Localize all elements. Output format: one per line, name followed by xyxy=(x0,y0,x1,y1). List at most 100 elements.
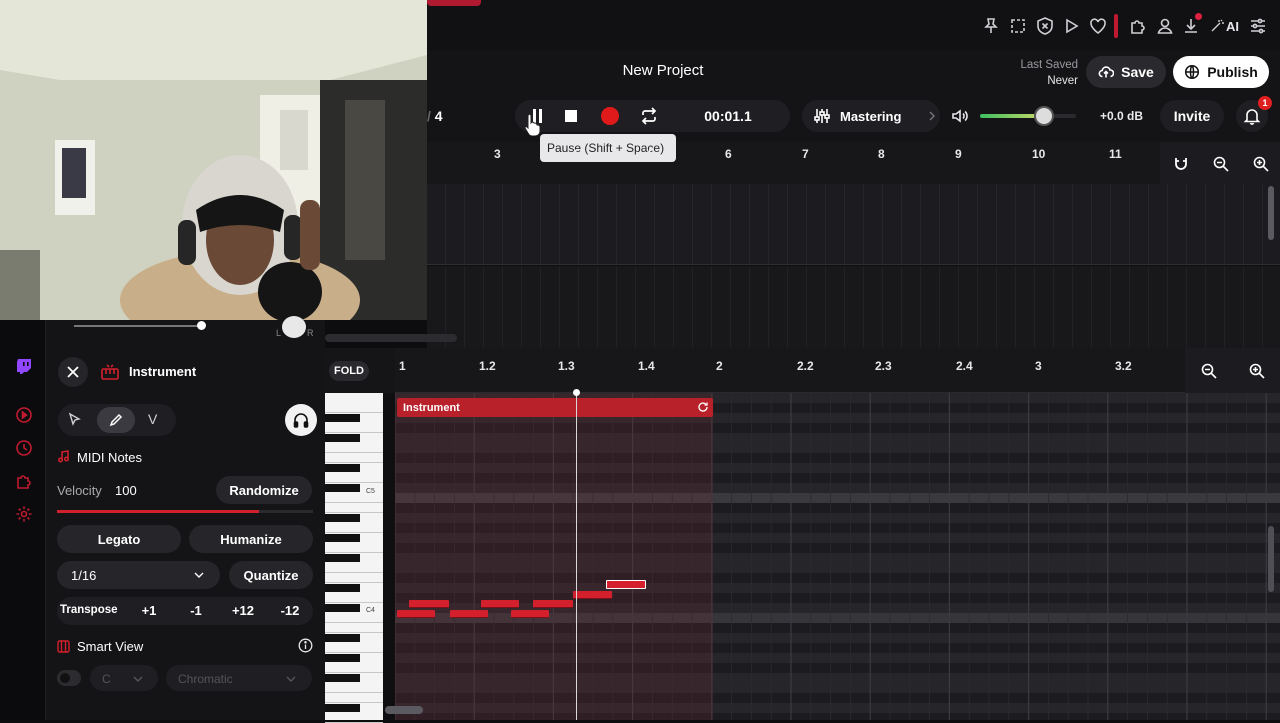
publish-button[interactable]: Publish xyxy=(1173,56,1269,88)
plugin-puzzle-icon[interactable] xyxy=(15,472,33,490)
randomize-button[interactable]: Randomize xyxy=(216,476,312,504)
zoom-in-icon[interactable] xyxy=(1252,155,1270,173)
piano-black-key[interactable] xyxy=(325,434,360,442)
arrangement-ruler[interactable] xyxy=(427,142,1160,184)
user-icon[interactable] xyxy=(1155,16,1175,36)
active-tab-indicator xyxy=(427,0,481,6)
piano-roll-ruler[interactable] xyxy=(395,348,1185,393)
settings-gear-icon[interactable] xyxy=(15,505,33,523)
heart-icon[interactable] xyxy=(1088,16,1108,36)
magnet-snap-icon[interactable] xyxy=(1172,155,1190,173)
pencil-tool-icon[interactable] xyxy=(108,412,124,428)
pan-slider-knob[interactable] xyxy=(197,321,206,330)
transpose-down-12-button[interactable]: -12 xyxy=(270,603,310,618)
crop-icon[interactable] xyxy=(1008,16,1028,36)
pan-knob[interactable] xyxy=(282,316,306,338)
piano-black-key[interactable] xyxy=(325,674,360,682)
arrangement-vertical-scrollbar[interactable] xyxy=(1268,186,1274,240)
piano-white-key-divider xyxy=(325,502,383,503)
key-select[interactable]: C xyxy=(90,665,158,691)
invite-button[interactable]: Invite xyxy=(1160,100,1224,132)
piano-black-key[interactable] xyxy=(325,514,360,522)
piano-white-key-divider xyxy=(325,482,383,483)
piano-black-key[interactable] xyxy=(325,464,360,472)
smart-view-toggle-knob xyxy=(60,673,70,683)
wand-icon xyxy=(1211,19,1224,32)
save-label: Save xyxy=(1121,64,1154,80)
legato-button[interactable]: Legato xyxy=(57,525,181,553)
play-circle-icon[interactable] xyxy=(15,406,33,424)
transpose-up-1-button[interactable]: +1 xyxy=(129,603,169,618)
preview-headphones-button[interactable] xyxy=(285,404,317,436)
select-tool-icon[interactable] xyxy=(67,412,83,428)
midi-region-body[interactable] xyxy=(395,393,713,720)
piano-black-key[interactable] xyxy=(325,414,360,422)
key-label-c4: C4 xyxy=(366,607,375,614)
arrangement-horizontal-scrollbar[interactable] xyxy=(325,334,457,342)
pan-slider[interactable] xyxy=(74,325,204,327)
close-icon xyxy=(67,366,79,378)
record-button[interactable] xyxy=(599,105,621,127)
stop-button[interactable] xyxy=(561,106,581,126)
save-button[interactable]: Save xyxy=(1086,56,1166,88)
midi-note[interactable] xyxy=(533,600,573,608)
top-toolbar xyxy=(427,0,1280,50)
clock-icon[interactable] xyxy=(15,439,33,457)
info-icon[interactable] xyxy=(298,638,313,653)
settings-sliders-icon[interactable] xyxy=(1248,16,1268,36)
ai-button[interactable]: AI xyxy=(1210,16,1240,36)
mastering-button[interactable]: Mastering xyxy=(802,100,940,132)
zoom-out-icon[interactable] xyxy=(1212,155,1230,173)
arrangement-ruler-label: 8 xyxy=(878,147,885,161)
fold-button[interactable]: FOLD xyxy=(329,361,369,381)
midi-note[interactable] xyxy=(397,610,435,618)
piano-white-key-divider xyxy=(325,702,383,703)
piano-black-key[interactable] xyxy=(325,604,360,612)
midi-note-selected[interactable] xyxy=(606,580,646,589)
piano-black-key[interactable] xyxy=(325,584,360,592)
midi-note[interactable] xyxy=(481,600,519,608)
transpose-up-12-button[interactable]: +12 xyxy=(223,603,263,618)
zoom-in-icon[interactable] xyxy=(1248,362,1266,380)
velocity-tool[interactable]: V xyxy=(148,411,162,427)
piano-roll-ruler-label: 1 xyxy=(399,359,406,373)
arrangement-track-lane[interactable] xyxy=(427,266,1280,348)
midi-note[interactable] xyxy=(573,591,612,599)
region-loop-icon[interactable] xyxy=(697,401,709,413)
last-saved-status: Last Saved Never xyxy=(996,57,1078,89)
speaker-icon[interactable] xyxy=(950,106,970,126)
zoom-out-icon[interactable] xyxy=(1200,362,1218,380)
piano-black-key[interactable] xyxy=(325,634,360,642)
project-title[interactable]: New Project xyxy=(563,62,763,79)
time-signature-display[interactable]: / 4 xyxy=(427,100,467,132)
twitch-icon[interactable] xyxy=(15,357,33,375)
piano-black-key[interactable] xyxy=(325,654,360,662)
piano-roll-vertical-scrollbar[interactable] xyxy=(1268,526,1274,592)
pin-icon[interactable] xyxy=(981,16,1001,36)
quantize-button[interactable]: Quantize xyxy=(229,561,313,589)
velocity-value[interactable]: 100 xyxy=(115,483,137,498)
shield-x-icon[interactable] xyxy=(1035,16,1055,36)
transpose-down-1-button[interactable]: -1 xyxy=(176,603,216,618)
time-display[interactable]: 00:01.1 xyxy=(685,108,771,124)
arrangement-ruler-label: 7 xyxy=(802,147,809,161)
humanize-button[interactable]: Humanize xyxy=(189,525,313,553)
piano-black-key[interactable] xyxy=(325,534,360,542)
midi-note[interactable] xyxy=(409,600,449,608)
play-icon[interactable] xyxy=(1061,16,1081,36)
close-panel-button[interactable] xyxy=(58,357,88,387)
piano-roll-horizontal-scrollbar[interactable] xyxy=(385,706,423,714)
piano-black-key[interactable] xyxy=(325,484,360,492)
piano-white-key-divider xyxy=(325,452,383,453)
plugin-icon[interactable] xyxy=(1128,16,1148,36)
loop-toggle[interactable] xyxy=(639,106,659,126)
arrangement-track-lane[interactable] xyxy=(427,184,1280,265)
playhead-handle[interactable] xyxy=(573,389,580,396)
midi-note[interactable] xyxy=(511,610,549,618)
midi-note[interactable] xyxy=(450,610,488,618)
piano-white-key-divider xyxy=(325,632,383,633)
piano-black-key[interactable] xyxy=(325,554,360,562)
piano-black-key[interactable] xyxy=(325,704,360,712)
arrangement-ruler-label: 10 xyxy=(1032,147,1046,161)
playhead[interactable] xyxy=(576,392,577,720)
